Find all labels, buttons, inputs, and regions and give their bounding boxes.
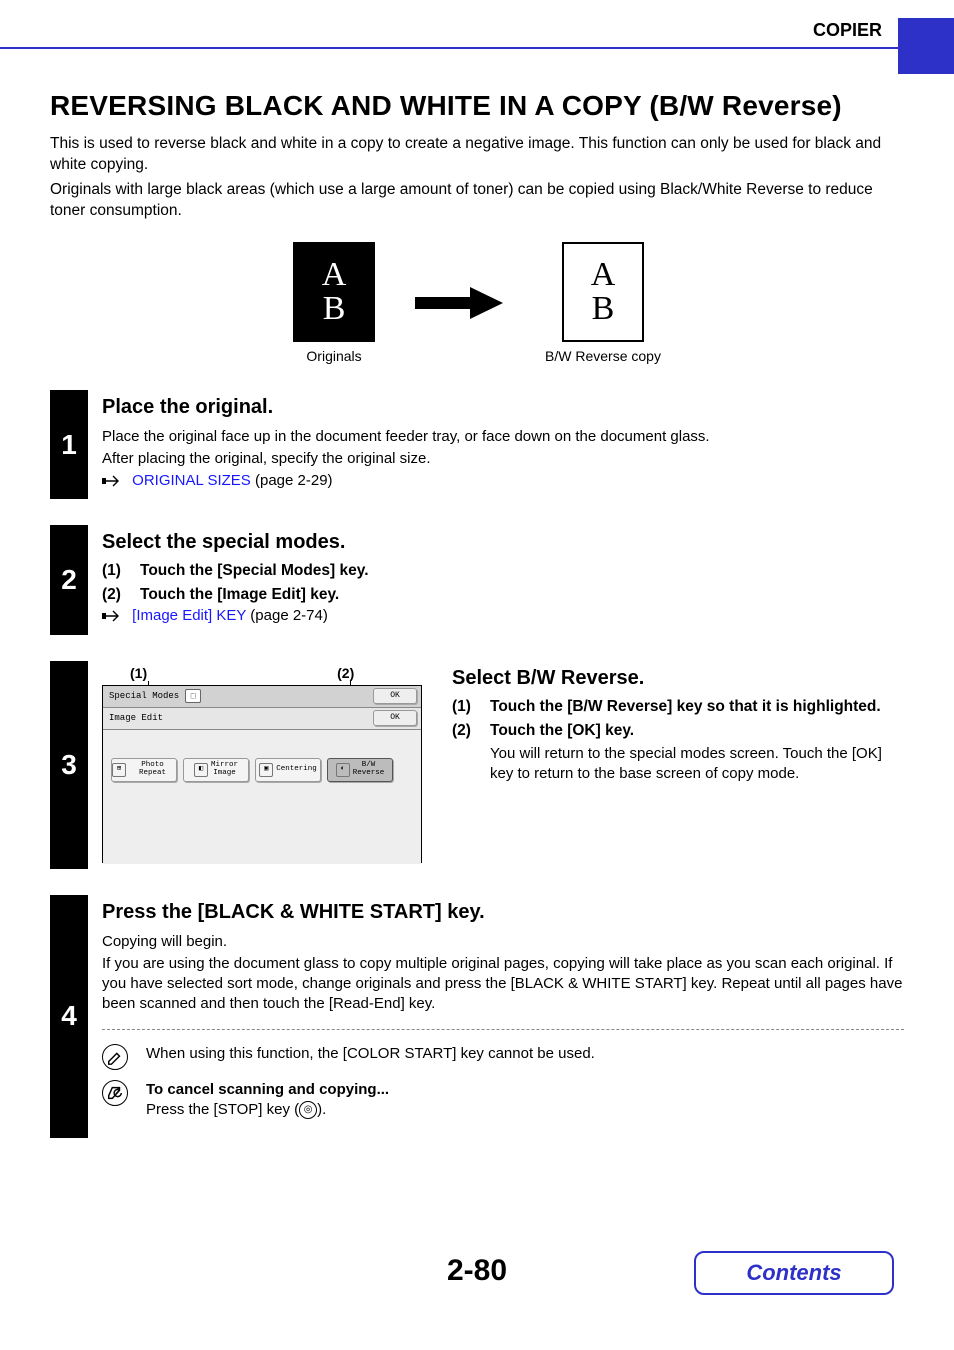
arrow-right-icon [415, 283, 505, 323]
letter-a: A [591, 258, 616, 292]
page-title: REVERSING BLACK AND WHITE IN A COPY (B/W… [50, 90, 904, 122]
step-line: After placing the original, specify the … [102, 449, 904, 469]
tab-label: Special Modes [109, 691, 179, 701]
step-number: 4 [50, 895, 88, 1139]
step-heading: Select B/W Reverse. [452, 667, 904, 690]
step-2: 2 Select the special modes. (1) Touch the… [50, 525, 904, 634]
callout-2: (2) [337, 665, 354, 681]
note-text: When using this function, the [COLOR STA… [146, 1044, 595, 1064]
image-edit-key-link[interactable]: [Image Edit] KEY [132, 607, 246, 624]
note-pencil-icon [102, 1044, 128, 1070]
dashed-separator [102, 1029, 904, 1030]
centering-button[interactable]: ▣Centering [255, 758, 321, 782]
step-number: 3 [50, 661, 88, 869]
substep-num: (2) [452, 722, 480, 740]
step-heading: Place the original. [102, 396, 904, 419]
substep-num: (2) [102, 586, 130, 604]
substep-num: (1) [102, 562, 130, 580]
pointing-hand-icon [102, 474, 124, 488]
original-caption: Originals [306, 348, 361, 364]
ok-button-top[interactable]: OK [373, 688, 417, 704]
substep-text: Touch the [B/W Reverse] key so that it i… [490, 698, 881, 716]
ok-button[interactable]: OK [373, 710, 417, 726]
letter-b: B [592, 292, 615, 326]
control-panel-illustration: (1) (2) Special Modes ⬚ OK Image Edit [102, 667, 422, 863]
substep-text: Touch the [Image Edit] key. [140, 586, 339, 604]
callout-1: (1) [130, 665, 147, 681]
header-divider [0, 47, 898, 49]
intro-paragraph-1: This is used to reverse black and white … [50, 134, 904, 176]
mirror-icon: ◧ [194, 763, 208, 777]
cancel-note: To cancel scanning and copying... Press … [146, 1080, 389, 1121]
original-sample-box: A B [293, 242, 375, 342]
photo-repeat-icon: ⊞ [112, 763, 126, 777]
step-number: 1 [50, 390, 88, 500]
page-ref: (page 2-74) [246, 607, 328, 624]
reverse-caption: B/W Reverse copy [545, 348, 661, 364]
panel-tab-special-modes: Special Modes ⬚ OK [103, 686, 421, 708]
step-4: 4 Press the [BLACK & WHITE START] key. C… [50, 895, 904, 1139]
substep-text: Touch the [OK] key. [490, 722, 634, 740]
step-3: 3 (1) (2) Special Modes ⬚ OK [50, 661, 904, 869]
step-detail: You will return to the special modes scr… [490, 744, 904, 785]
panel-tab-image-edit: Image Edit OK [103, 708, 421, 730]
tab-label: Image Edit [109, 713, 163, 723]
header-accent-block [898, 18, 954, 74]
reverse-sample-box: A B [562, 242, 644, 342]
illustration-row: A B Originals A B B/W Reverse copy [50, 242, 904, 364]
stop-key-icon: ◎ [299, 1101, 317, 1119]
original-sizes-link[interactable]: ORIGINAL SIZES [132, 472, 251, 489]
photo-repeat-button[interactable]: ⊞Photo Repeat [111, 758, 177, 782]
substep-num: (1) [452, 698, 480, 716]
step-line: Place the original face up in the docume… [102, 427, 904, 447]
contents-button[interactable]: Contents [694, 1251, 894, 1295]
letter-b: B [323, 292, 346, 326]
substep-text: Touch the [Special Modes] key. [140, 562, 369, 580]
centering-icon: ▣ [259, 763, 273, 777]
bw-reverse-icon: ◐ [336, 763, 350, 777]
section-label: COPIER [813, 20, 882, 41]
page-ref: (page 2-29) [251, 472, 333, 489]
step-heading: Press the [BLACK & WHITE START] key. [102, 901, 904, 924]
letter-a: A [322, 258, 347, 292]
intro-paragraph-2: Originals with large black areas (which … [50, 180, 904, 222]
pointing-hand-icon [102, 609, 124, 623]
mirror-image-button[interactable]: ◧Mirror Image [183, 758, 249, 782]
step-number: 2 [50, 525, 88, 634]
bw-reverse-button[interactable]: ◐B/W Reverse [327, 758, 393, 782]
settings-mini-icon: ⬚ [185, 689, 201, 703]
step-heading: Select the special modes. [102, 531, 904, 554]
step-line: If you are using the document glass to c… [102, 954, 904, 1015]
cancel-icon [102, 1080, 128, 1106]
step-line: Copying will begin. [102, 932, 904, 952]
step-1: 1 Place the original. Place the original… [50, 390, 904, 500]
